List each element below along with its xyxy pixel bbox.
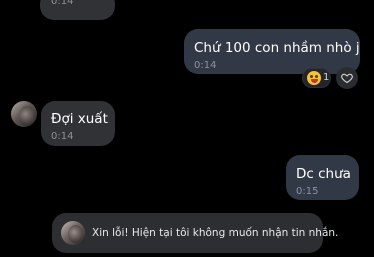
laughing-emoji-icon bbox=[307, 71, 321, 85]
avatar[interactable] bbox=[11, 101, 37, 127]
react-heart-button[interactable] bbox=[336, 67, 358, 89]
reaction-badge[interactable]: 1 bbox=[302, 68, 331, 88]
message-text: Dc chưa bbox=[296, 166, 351, 182]
avatar bbox=[61, 221, 85, 245]
message-text: Chứ 100 con nhầm nhò j bbox=[194, 40, 360, 56]
heart-icon bbox=[341, 73, 353, 84]
message-time: 0:14 bbox=[51, 0, 74, 7]
message-time: 0:15 bbox=[296, 186, 319, 197]
message-bubble-outgoing[interactable]: Dc chưa 0:15 bbox=[286, 155, 359, 200]
message-time: 0:14 bbox=[51, 131, 74, 142]
message-bubble-incoming[interactable]: Đợi xuất 0:14 bbox=[41, 101, 115, 146]
message-bubble-incoming[interactable]: 0:14 bbox=[40, 0, 115, 20]
notice-text: Xin lỗi! Hiện tại tôi không muốn nhận ti… bbox=[92, 227, 339, 239]
reaction-count: 1 bbox=[323, 72, 330, 83]
system-notice-banner: Xin lỗi! Hiện tại tôi không muốn nhận ti… bbox=[52, 213, 338, 253]
message-bubble-outgoing[interactable]: Chứ 100 con nhầm nhò j 0:14 bbox=[184, 29, 360, 74]
message-time: 0:14 bbox=[194, 60, 217, 71]
message-text: Đợi xuất bbox=[51, 111, 108, 127]
